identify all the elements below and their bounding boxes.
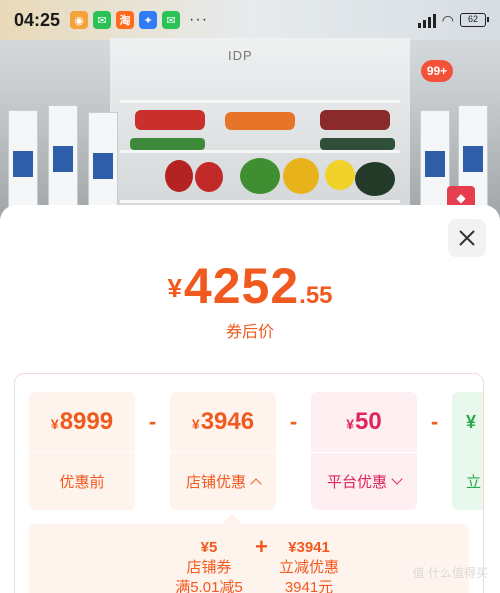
store-coupon[interactable]: ¥5 店铺券 满5.01减5 [169, 538, 249, 593]
store-discount-amount: 3946 [200, 408, 255, 435]
battery-icon: 62 [460, 13, 489, 27]
store-coupon-desc: 满5.01减5 [175, 579, 243, 593]
original-price-card: ¥8999 优惠前 [29, 392, 135, 510]
more-notifications-icon: ··· [189, 11, 209, 28]
status-time: 04:25 [14, 9, 61, 30]
pin-icon: ✦ [139, 11, 158, 29]
taobao-icon: 淘 [116, 11, 135, 29]
plus-sign: + [255, 534, 268, 559]
minus-sign: - [148, 409, 157, 434]
instant-discount-desc: 3941元 [284, 579, 334, 593]
close-button[interactable] [448, 219, 486, 257]
original-price-label: 优惠前 [59, 473, 105, 491]
status-bar: 04:25 ◉ ✉ 淘 ✦ ✉ ··· ◠ 62 [0, 0, 500, 40]
final-price-currency: ¥ [167, 273, 182, 303]
brand-logo-text: IDP [228, 48, 253, 63]
store-discount-card[interactable]: ¥3946 店铺优惠 [170, 392, 276, 510]
partial-extra-card[interactable]: ¥ 立 [452, 392, 483, 510]
price-breakdown-sheet: ¥4252.55 券后价 ¥8999 优惠前 - ¥3946 店铺优惠 - ¥5… [0, 205, 500, 593]
store-discount-details: ¥5 店铺券 满5.01减5 + ¥3941 立减优惠 3941元 [29, 514, 469, 593]
partial-extra-amount: ¥ [466, 411, 477, 432]
instant-discount-name: 立减优惠 [278, 559, 339, 576]
final-price-integer: 4252 [183, 258, 300, 314]
final-price-label: 券后价 [225, 324, 274, 341]
original-price-amount: 8999 [59, 408, 114, 435]
platform-discount-card[interactable]: ¥50 平台优惠 [311, 392, 417, 510]
minus-sign: - [430, 409, 439, 434]
platform-discount-amount: 50 [355, 408, 382, 435]
signal-icon [417, 12, 436, 28]
instant-discount-amount: ¥3941 [288, 539, 330, 556]
platform-discount-label: 平台优惠 [326, 473, 387, 491]
store-coupon-amount: ¥5 [200, 539, 218, 556]
chevron-up-icon [250, 478, 262, 490]
wechat-icon-2: ✉ [162, 11, 181, 29]
close-icon [459, 230, 475, 246]
final-price-decimal: .55 [299, 282, 333, 309]
weibo-icon: ◉ [70, 11, 89, 29]
price-calculation-panel: ¥8999 优惠前 - ¥3946 店铺优惠 - ¥50 平台优惠 - ¥ 立 [14, 373, 484, 593]
store-coupon-name: 店铺券 [186, 559, 232, 576]
wechat-icon: ✉ [93, 11, 112, 29]
wifi-icon: ◠ [441, 11, 454, 28]
watermark: 值 什么值得买 [412, 566, 488, 580]
cart-count-badge[interactable]: 99+ [421, 60, 453, 82]
price-cards-row: ¥8999 优惠前 - ¥3946 店铺优惠 - ¥50 平台优惠 - ¥ 立 [29, 392, 483, 510]
instant-discount[interactable]: ¥3941 立减优惠 3941元 [269, 538, 349, 593]
minus-sign: - [289, 409, 298, 434]
chevron-down-icon [391, 473, 403, 485]
store-discount-label: 店铺优惠 [185, 473, 246, 491]
partial-extra-label: 立 [466, 473, 482, 491]
final-price: ¥4252.55 [0, 257, 500, 315]
